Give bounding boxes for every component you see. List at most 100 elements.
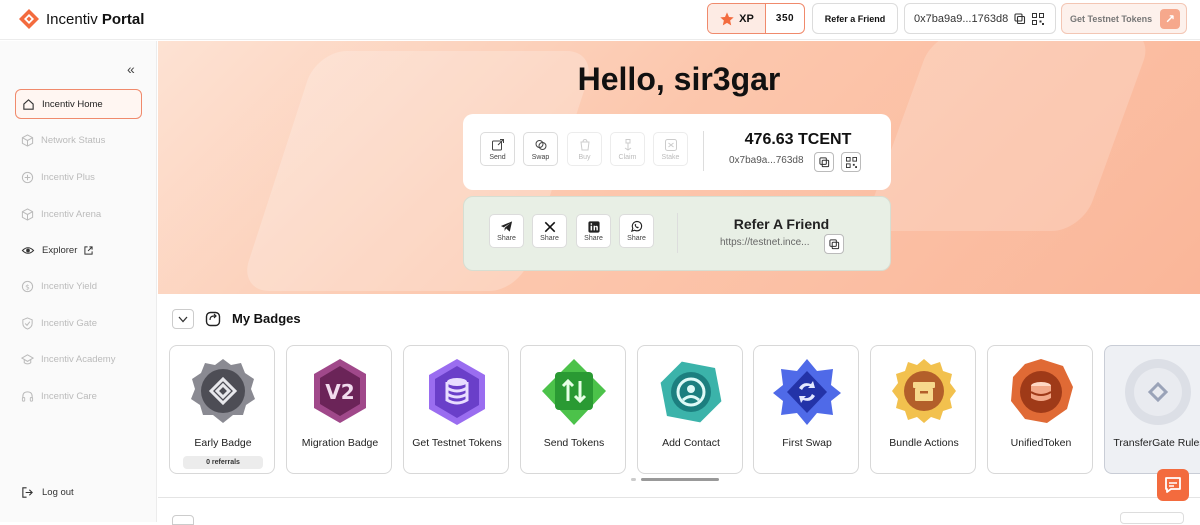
next-section-control[interactable] <box>1120 512 1184 524</box>
badge-card-early[interactable]: Early Badge 0 referrals <box>169 345 275 474</box>
share-x-button[interactable]: Share <box>532 214 567 248</box>
share-telegram-button[interactable]: Share <box>489 214 524 248</box>
shield-icon <box>22 316 33 330</box>
sidebar: « Incentiv Home Network Status Incentiv … <box>0 41 157 522</box>
chevron-down-icon <box>178 316 188 322</box>
sidebar-item-incentiv-academy[interactable]: Incentiv Academy <box>15 344 142 374</box>
qr-code-icon <box>845 156 857 168</box>
badge-card-unified-token[interactable]: UnifiedToken <box>987 345 1093 474</box>
share-linkedin-button[interactable]: Share <box>576 214 611 248</box>
badge-card-transfergate-rules[interactable]: TransferGate Rules <box>1104 345 1200 474</box>
buy-button[interactable]: Buy <box>567 132 602 166</box>
collapse-sidebar-icon[interactable]: « <box>127 61 135 77</box>
testnet-label: Get Testnet Tokens <box>1070 13 1153 24</box>
star-icon <box>720 11 734 25</box>
claim-button[interactable]: Claim <box>610 132 645 166</box>
sidebar-item-home[interactable]: Incentiv Home <box>15 89 142 119</box>
sidebar-item-incentiv-gate[interactable]: Incentiv Gate <box>15 308 142 338</box>
badge-card-first-swap[interactable]: First Swap <box>753 345 859 474</box>
xp-label: XP <box>739 12 754 25</box>
carousel-active-bar[interactable] <box>641 478 719 481</box>
bundle-box-icon <box>892 359 956 423</box>
sidebar-item-explorer[interactable]: Explorer <box>15 235 142 265</box>
chat-support-button[interactable] <box>1157 469 1189 501</box>
hero-banner: Hello, sir3gar Send Swap Buy Claim Stake… <box>158 41 1200 294</box>
logout-button[interactable]: Log out <box>15 477 142 507</box>
swap-badge-icon <box>773 359 841 425</box>
next-section-toggle[interactable] <box>172 515 194 525</box>
get-testnet-tokens-button[interactable]: Get Testnet Tokens ↗ <box>1061 3 1187 34</box>
badge-card-add-contact[interactable]: Add Contact <box>637 345 743 474</box>
academy-icon <box>21 353 34 364</box>
badge-card-send-tokens[interactable]: Send Tokens <box>520 345 626 474</box>
dollar-icon: $ <box>21 280 34 292</box>
send-tokens-icon <box>542 359 606 425</box>
xp-display[interactable]: XP 350 <box>707 3 805 34</box>
badge-name: Get Testnet Tokens <box>412 437 502 449</box>
logo-text: Incentiv Portal <box>46 10 145 28</box>
contact-icon <box>660 361 722 423</box>
share-whatsapp-button[interactable]: Share <box>619 214 654 248</box>
badge-name: Send Tokens <box>543 437 605 449</box>
svg-text:V2: V2 <box>325 380 354 404</box>
sidebar-item-network-status[interactable]: Network Status <box>15 125 142 155</box>
sidebar-item-incentiv-arena[interactable]: Incentiv Arena <box>15 199 142 229</box>
stake-button[interactable]: Stake <box>653 132 688 166</box>
linkedin-icon <box>587 220 600 233</box>
app-logo[interactable]: Incentiv Portal <box>18 8 144 30</box>
database-icon <box>429 359 485 425</box>
external-link-icon <box>84 245 93 255</box>
qr-code-button[interactable] <box>841 152 861 172</box>
divider <box>677 213 678 253</box>
badge-name: TransferGate Rules <box>1113 437 1200 449</box>
copy-referral-button[interactable] <box>824 234 844 254</box>
refer-title: Refer A Friend <box>733 216 830 232</box>
copy-address-button[interactable] <box>814 152 834 172</box>
carousel-dot[interactable] <box>631 478 636 481</box>
copy-icon <box>828 238 839 249</box>
svg-text:$: $ <box>25 282 30 291</box>
badge-name: First Swap <box>782 437 832 449</box>
logout-icon <box>22 486 33 498</box>
copy-icon <box>818 156 829 167</box>
badges-title: My Badges <box>232 311 301 326</box>
sidebar-item-incentiv-plus[interactable]: Incentiv Plus <box>15 162 142 192</box>
early-badge-icon <box>191 359 255 423</box>
refer-friend-card: Share Share Share Share Refer A Friend h… <box>463 196 891 271</box>
badge-icon <box>205 311 221 327</box>
badge-name: Early Badge <box>194 437 252 449</box>
badge-name: Bundle Actions <box>889 437 959 449</box>
swap-icon <box>535 139 546 150</box>
referral-url: https://testnet.ince... <box>720 237 810 248</box>
cube-icon <box>21 133 34 147</box>
greeting-title: Hello, sir3gar <box>577 61 781 97</box>
carousel-indicator[interactable] <box>631 478 719 481</box>
whatsapp-icon <box>630 220 643 233</box>
refer-friend-button[interactable]: Refer a Friend <box>812 3 898 34</box>
plus-circle-icon <box>21 171 34 183</box>
sidebar-item-incentiv-yield[interactable]: $ Incentiv Yield <box>15 271 142 301</box>
badge-name: Add Contact <box>662 437 720 449</box>
qr-code-icon[interactable] <box>1032 12 1045 25</box>
badge-card-testnet[interactable]: Get Testnet Tokens <box>403 345 509 474</box>
badge-name: UnifiedToken <box>1010 437 1072 449</box>
send-button[interactable]: Send <box>480 132 515 166</box>
swap-button[interactable]: Swap <box>523 132 558 166</box>
badge-card-bundle-actions[interactable]: Bundle Actions <box>870 345 976 474</box>
badge-name: Migration Badge <box>301 437 379 449</box>
sidebar-item-incentiv-care[interactable]: Incentiv Care <box>15 381 142 411</box>
collapse-badges-button[interactable] <box>172 309 194 329</box>
migration-badge-icon: V2 <box>314 359 366 423</box>
badge-card-migration[interactable]: V2 Migration Badge <box>286 345 392 474</box>
send-icon <box>491 138 504 150</box>
telegram-icon <box>500 221 513 232</box>
my-badges-section: My Badges Early Badge 0 referrals V2 Mig… <box>158 294 1200 498</box>
cube-icon <box>21 207 34 221</box>
referral-count: 0 referrals <box>183 456 263 469</box>
eye-icon <box>21 246 35 254</box>
xp-value: 350 <box>775 13 795 24</box>
copy-icon[interactable] <box>1014 12 1026 25</box>
x-twitter-icon <box>544 221 555 232</box>
transfergate-icon <box>1125 359 1191 425</box>
incentiv-logo-icon <box>19 9 39 29</box>
